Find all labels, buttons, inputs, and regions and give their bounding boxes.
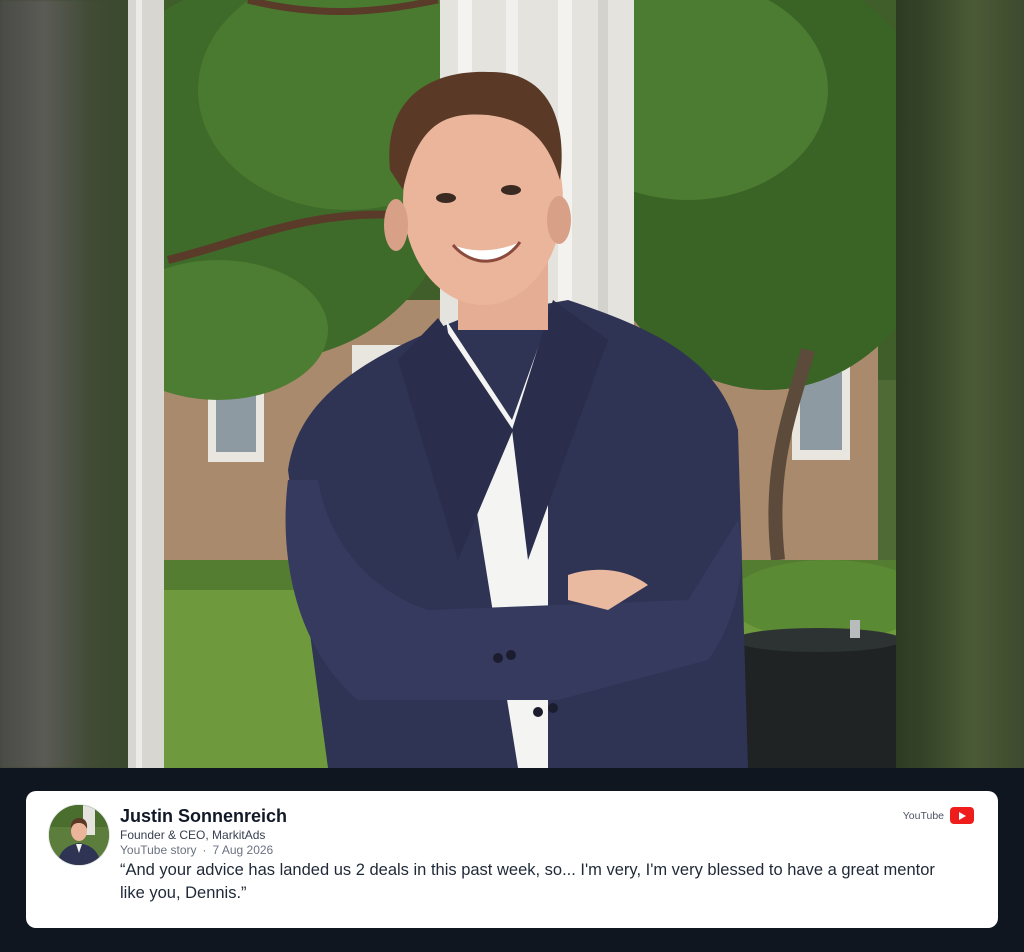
platform-badge[interactable]: YouTube: [903, 807, 974, 824]
hero-photo-area: [0, 0, 1024, 768]
testimonial-quote: “And your advice has landed us 2 deals i…: [120, 861, 935, 902]
story-meta: YouTube story · 7 Aug 2026: [120, 843, 273, 857]
story-source: YouTube story: [120, 843, 197, 857]
portrait-photo: [128, 0, 896, 768]
author-role: Founder & CEO, MarkitAds: [120, 828, 266, 842]
photo-blur-left: [0, 0, 128, 768]
youtube-icon[interactable]: [950, 807, 974, 824]
platform-label: YouTube: [902, 809, 944, 822]
author-name: Justin Sonnenreich: [120, 806, 288, 826]
story-date: 7 Aug 2026: [212, 843, 274, 857]
testimonial-card: Justin Sonnenreich Founder & CEO, Markit…: [26, 791, 998, 928]
meta-separator: ·: [202, 843, 207, 857]
testimonial-slide: Justin Sonnenreich Founder & CEO, Markit…: [0, 0, 1024, 952]
photo-blur-right: [896, 0, 1024, 768]
avatar: [48, 804, 110, 866]
